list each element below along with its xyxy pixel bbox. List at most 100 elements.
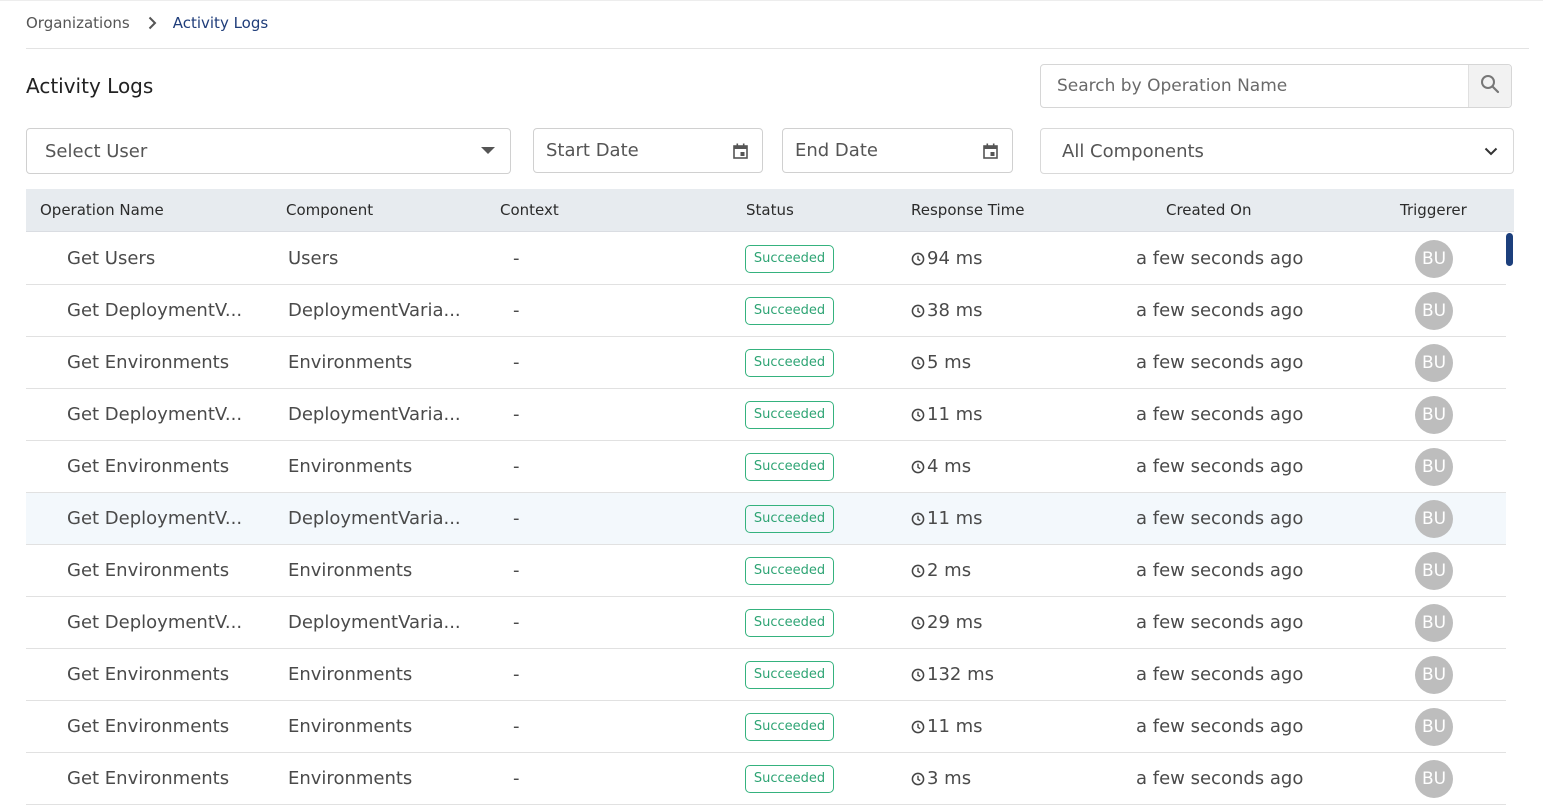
clock-icon bbox=[911, 252, 927, 266]
operation-name-cell: Get DeploymentV... bbox=[67, 300, 243, 321]
status-cell: Succeeded bbox=[745, 505, 834, 533]
response-time-cell: 3 ms bbox=[911, 753, 971, 804]
start-date-picker[interactable]: Start Date bbox=[533, 128, 763, 173]
created-on-cell: a few seconds ago bbox=[1136, 404, 1304, 425]
created-on-cell: a few seconds ago bbox=[1136, 508, 1304, 529]
avatar[interactable]: BU bbox=[1415, 708, 1453, 746]
status-badge: Succeeded bbox=[745, 505, 834, 533]
select-user-dropdown[interactable]: Select User bbox=[26, 128, 511, 174]
context-cell: - bbox=[513, 560, 520, 581]
end-date-picker[interactable]: End Date bbox=[782, 128, 1013, 173]
status-cell: Succeeded bbox=[745, 661, 834, 689]
status-badge: Succeeded bbox=[745, 765, 834, 793]
start-date-label: Start Date bbox=[546, 140, 639, 161]
clock-icon bbox=[911, 720, 927, 734]
column-header-response-time: Response Time bbox=[911, 201, 1025, 219]
created-on-cell: a few seconds ago bbox=[1136, 768, 1304, 789]
context-cell: - bbox=[513, 300, 520, 321]
response-time-value: 3 ms bbox=[927, 768, 972, 789]
response-time-cell: 11 ms bbox=[911, 701, 983, 752]
status-badge: Succeeded bbox=[745, 453, 834, 481]
table-row[interactable]: Get Environments Environments - Succeeded 5 … bbox=[26, 337, 1506, 389]
response-time-cell: 4 ms bbox=[911, 441, 971, 492]
table-row[interactable]: Get Environments Environments - Succeeded 11… bbox=[26, 701, 1506, 753]
status-cell: Succeeded bbox=[745, 453, 834, 481]
table-row[interactable]: Get Environments Environments - Succeeded 2 … bbox=[26, 545, 1506, 597]
triggerer-cell: BU bbox=[1415, 240, 1453, 278]
component-cell: Environments bbox=[288, 456, 413, 477]
response-time-value: 94 ms bbox=[927, 248, 983, 269]
breadcrumb-organizations-link[interactable]: Organizations bbox=[26, 14, 130, 32]
clock-icon bbox=[911, 460, 927, 474]
avatar[interactable]: BU bbox=[1415, 292, 1453, 330]
avatar[interactable]: BU bbox=[1415, 656, 1453, 694]
response-time-cell: 29 ms bbox=[911, 597, 983, 648]
created-on-cell: a few seconds ago bbox=[1136, 560, 1304, 581]
calendar-icon[interactable] bbox=[718, 143, 762, 159]
response-time-value: 11 ms bbox=[927, 508, 983, 529]
avatar[interactable]: BU bbox=[1415, 344, 1453, 382]
table-row[interactable]: Get DeploymentV... DeploymentVaria... - Suc… bbox=[26, 389, 1506, 441]
context-cell: - bbox=[513, 456, 520, 477]
table-row[interactable]: Get Environments Environments - Succeeded 3 … bbox=[26, 753, 1506, 805]
created-on-cell: a few seconds ago bbox=[1136, 248, 1304, 269]
triggerer-cell: BU bbox=[1415, 500, 1453, 538]
response-time-value: 11 ms bbox=[927, 404, 983, 425]
avatar[interactable]: BU bbox=[1415, 760, 1453, 798]
operation-name-cell: Get Environments bbox=[67, 716, 230, 737]
response-time-cell: 94 ms bbox=[911, 233, 983, 284]
status-badge: Succeeded bbox=[745, 609, 834, 637]
caret-down-icon bbox=[466, 147, 510, 155]
component-cell: Environments bbox=[288, 560, 413, 581]
table-body: Get Users Users - Succeeded 94 ms a few secon… bbox=[26, 233, 1506, 805]
response-time-cell: 5 ms bbox=[911, 337, 971, 388]
response-time-cell: 38 ms bbox=[911, 285, 983, 336]
table-row[interactable]: Get DeploymentV... DeploymentVaria... - Suc… bbox=[26, 285, 1506, 337]
component-select[interactable]: All Components bbox=[1040, 128, 1514, 174]
avatar[interactable]: BU bbox=[1415, 604, 1453, 642]
avatar[interactable]: BU bbox=[1415, 240, 1453, 278]
component-cell: DeploymentVaria... bbox=[288, 404, 461, 425]
clock-icon bbox=[911, 304, 927, 318]
avatar[interactable]: BU bbox=[1415, 500, 1453, 538]
response-time-value: 11 ms bbox=[927, 716, 983, 737]
calendar-icon[interactable] bbox=[968, 143, 1012, 159]
table-row[interactable]: Get Environments Environments - Succeeded 13… bbox=[26, 649, 1506, 701]
operation-name-cell: Get DeploymentV... bbox=[67, 612, 243, 633]
triggerer-cell: BU bbox=[1415, 760, 1453, 798]
response-time-value: 38 ms bbox=[927, 300, 983, 321]
avatar[interactable]: BU bbox=[1415, 396, 1453, 434]
operation-name-cell: Get DeploymentV... bbox=[67, 404, 243, 425]
search-icon bbox=[1480, 74, 1500, 98]
status-cell: Succeeded bbox=[745, 245, 834, 273]
breadcrumb-divider bbox=[26, 48, 1529, 49]
component-cell: DeploymentVaria... bbox=[288, 508, 461, 529]
avatar[interactable]: BU bbox=[1415, 552, 1453, 590]
table-row[interactable]: Get DeploymentV... DeploymentVaria... - Suc… bbox=[26, 493, 1506, 545]
column-header-context: Context bbox=[500, 201, 559, 219]
response-time-value: 132 ms bbox=[927, 664, 994, 685]
response-time-cell: 11 ms bbox=[911, 389, 983, 440]
created-on-cell: a few seconds ago bbox=[1136, 456, 1304, 477]
table-row[interactable]: Get DeploymentV... DeploymentVaria... - Suc… bbox=[26, 597, 1506, 649]
status-badge: Succeeded bbox=[745, 661, 834, 689]
search-input[interactable] bbox=[1041, 65, 1468, 107]
response-time-cell: 2 ms bbox=[911, 545, 971, 596]
context-cell: - bbox=[513, 716, 520, 737]
operation-name-cell: Get Users bbox=[67, 248, 156, 269]
scrollbar-thumb[interactable] bbox=[1506, 233, 1513, 266]
status-cell: Succeeded bbox=[745, 713, 834, 741]
status-cell: Succeeded bbox=[745, 401, 834, 429]
search-button[interactable] bbox=[1468, 65, 1511, 107]
select-user-label: Select User bbox=[45, 140, 148, 162]
triggerer-cell: BU bbox=[1415, 448, 1453, 486]
table-row[interactable]: Get Users Users - Succeeded 94 ms a few secon… bbox=[26, 233, 1506, 285]
operation-name-cell: Get Environments bbox=[67, 456, 230, 477]
table-row[interactable]: Get Environments Environments - Succeeded 4 … bbox=[26, 441, 1506, 493]
column-header-status: Status bbox=[746, 201, 794, 219]
avatar[interactable]: BU bbox=[1415, 448, 1453, 486]
status-cell: Succeeded bbox=[745, 765, 834, 793]
operation-name-cell: Get Environments bbox=[67, 560, 230, 581]
status-cell: Succeeded bbox=[745, 297, 834, 325]
context-cell: - bbox=[513, 248, 520, 269]
